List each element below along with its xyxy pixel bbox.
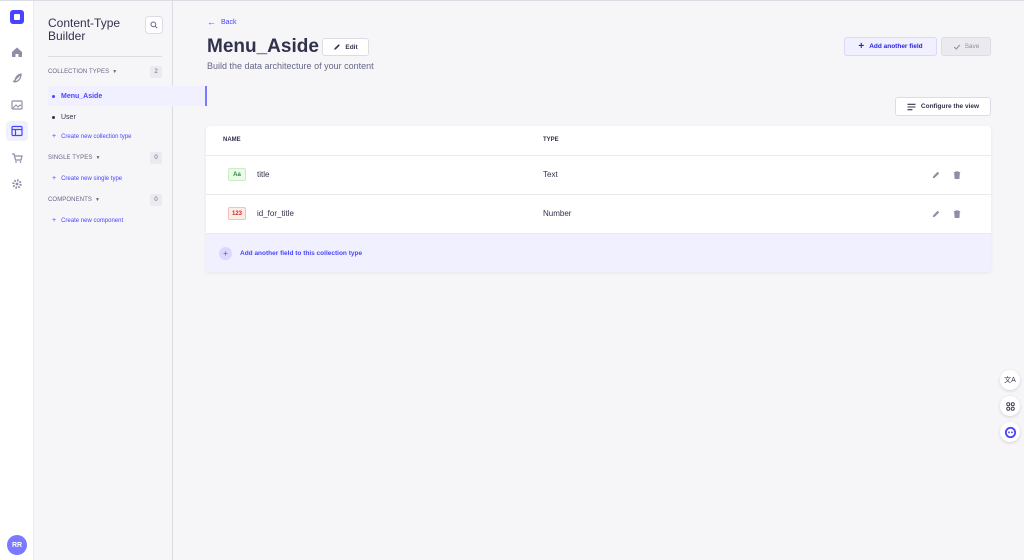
edit-field-button[interactable] [930, 169, 942, 181]
configure-view-button[interactable]: Configure the view [895, 97, 991, 116]
apps-grid-icon [1005, 401, 1015, 411]
content-type-sidebar: Content-Type Builder COLLECTION TYPES ▼ 2… [34, 1, 207, 560]
bullet-icon [52, 94, 55, 98]
sidebar-item-label: Menu_Aside [61, 92, 103, 100]
sidebar-title: Content-Type Builder [48, 16, 121, 43]
save-button[interactable]: Save [941, 37, 991, 56]
column-header-type: TYPE [543, 137, 559, 143]
create-single-type-label: Create new single type [61, 175, 123, 182]
bullet-icon [52, 116, 55, 119]
fields-table: NAME TYPE Aa title Text 123 id_for_title… [206, 126, 991, 272]
plus-icon: + [52, 175, 57, 182]
create-component-link[interactable]: + Create new component [52, 217, 123, 224]
configure-view-label: Configure the view [920, 103, 980, 110]
search-button[interactable] [145, 16, 163, 34]
table-row[interactable]: 123 id_for_title Number [206, 195, 991, 234]
home-icon[interactable] [6, 42, 28, 62]
add-field-row[interactable]: + Add another field to this collection t… [206, 234, 991, 272]
create-component-label: Create new component [61, 217, 124, 224]
components-count: 0 [150, 194, 162, 206]
main-nav-rail: RR [0, 1, 34, 560]
chevron-down-icon: ▼ [112, 69, 118, 75]
table-header: NAME TYPE [206, 126, 991, 156]
edit-field-button[interactable] [930, 208, 942, 220]
back-label: Back [221, 18, 237, 26]
sidebar-item-user[interactable]: User [52, 114, 76, 121]
cart-icon[interactable] [6, 148, 28, 168]
translate-icon: 文A [1004, 377, 1016, 384]
strapi-logo-icon[interactable] [10, 10, 24, 24]
page-title: Menu_Aside [207, 36, 319, 57]
create-collection-type-label: Create new collection type [61, 133, 132, 140]
plus-icon: + [52, 133, 57, 140]
field-type: Text [543, 170, 558, 179]
search-icon [150, 21, 158, 29]
components-header[interactable]: COMPONENTS ▼ 0 [48, 193, 162, 207]
edit-button[interactable]: Edit [322, 38, 369, 56]
single-types-label: SINGLE TYPES [48, 155, 93, 161]
collection-types-count: 2 [150, 66, 162, 78]
page-subtitle: Build the data architecture of your cont… [207, 61, 374, 71]
trash-icon [953, 210, 961, 218]
column-header-name: NAME [223, 137, 241, 143]
feather-icon[interactable] [6, 68, 28, 88]
create-single-type-link[interactable]: + Create new single type [52, 175, 122, 182]
text-type-icon: Aa [228, 168, 246, 181]
collection-types-header[interactable]: COLLECTION TYPES ▼ 2 [48, 65, 162, 79]
apps-button[interactable] [1000, 396, 1020, 416]
gear-icon[interactable] [6, 174, 28, 194]
chevron-down-icon: ▼ [95, 155, 101, 161]
assistant-button[interactable] [1000, 422, 1020, 442]
check-icon [953, 44, 960, 50]
add-another-field-label: Add another field [869, 43, 923, 50]
edit-label: Edit [345, 43, 358, 51]
collection-types-label: COLLECTION TYPES [48, 69, 110, 75]
list-settings-icon [907, 103, 916, 110]
add-another-field-button[interactable]: + Add another field [844, 37, 937, 56]
delete-field-button[interactable] [951, 169, 963, 181]
delete-field-button[interactable] [951, 208, 963, 220]
plus-circle-icon: + [219, 246, 232, 260]
layout-icon[interactable] [6, 121, 28, 141]
trash-icon [953, 171, 961, 179]
plus-icon: + [52, 217, 57, 224]
user-avatar[interactable]: RR [7, 535, 27, 555]
components-label: COMPONENTS [48, 197, 93, 203]
back-link[interactable]: ← Back [207, 17, 237, 27]
number-type-icon: 123 [228, 207, 246, 220]
arrow-left-icon: ← [207, 17, 216, 27]
field-type: Number [543, 209, 572, 218]
assistant-face-icon [1004, 426, 1016, 438]
single-types-header[interactable]: SINGLE TYPES ▼ 0 [48, 151, 162, 165]
pencil-icon [932, 210, 940, 218]
image-icon[interactable] [6, 95, 28, 115]
add-field-row-label: Add another field to this collection typ… [240, 249, 363, 257]
create-collection-type-link[interactable]: + Create new collection type [52, 133, 131, 140]
table-row[interactable]: Aa title Text [206, 156, 991, 195]
field-name: id_for_title [257, 209, 294, 218]
translate-button[interactable]: 文A [1000, 370, 1020, 390]
field-name: title [257, 170, 270, 179]
pencil-icon [932, 171, 940, 179]
chevron-down-icon: ▼ [95, 197, 101, 203]
sidebar-divider [48, 56, 162, 57]
save-label: Save [964, 43, 980, 50]
plus-icon: + [858, 41, 865, 52]
sidebar-item-label: User [61, 114, 76, 121]
single-types-count: 0 [150, 152, 162, 164]
sidebar-item-menu-aside[interactable]: Menu_Aside [48, 86, 207, 106]
pencil-icon [334, 44, 341, 50]
